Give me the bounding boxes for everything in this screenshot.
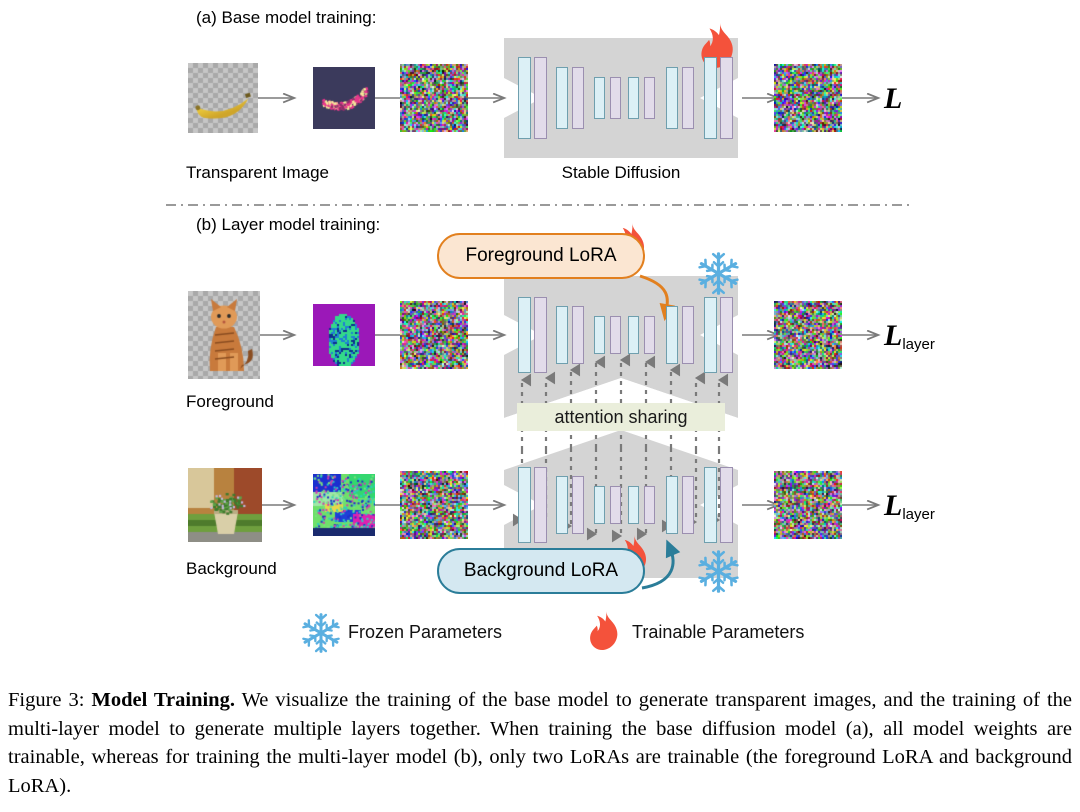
- legend-frozen: Frozen Parameters: [348, 622, 502, 643]
- background-lora-label: Background LoRA: [463, 560, 619, 581]
- unet-block: [518, 467, 531, 543]
- foreground-lora-label: Foreground LoRA: [465, 245, 617, 266]
- thumb-cat-latent: [313, 304, 375, 366]
- unet-block: [628, 315, 639, 355]
- thumb-transparent-cat: [188, 291, 260, 379]
- loss-L-glyph-bg: L: [884, 489, 903, 522]
- background-lora-badge[interactable]: Background LoRA: [437, 548, 645, 594]
- snowflake-icon-fg: [697, 252, 740, 295]
- loss-subscript-bg: layer: [902, 506, 935, 523]
- legend-trainable: Trainable Parameters: [632, 622, 804, 643]
- unet-block: [572, 476, 584, 534]
- thumb-plant-latent: [313, 474, 375, 536]
- unet-block: [610, 485, 621, 525]
- thumb-banana-output-noise: [774, 64, 842, 132]
- unet-block: [572, 306, 584, 364]
- foreground-lora-badge[interactable]: Foreground LoRA: [437, 233, 645, 279]
- loss-symbol-a: L: [884, 82, 902, 116]
- thumb-plant-photo: [188, 468, 262, 542]
- unet-block: [534, 57, 547, 139]
- figure-caption: Figure 3: Model Training. We visualize t…: [8, 686, 1072, 800]
- legend-trainable-label: Trainable Parameters: [632, 622, 805, 642]
- thumb-banana-noise: [400, 64, 468, 132]
- unet-block: [556, 476, 568, 534]
- unet-block: [666, 67, 678, 129]
- unet-block: [628, 485, 639, 525]
- panel-a-unet-label: Stable Diffusion: [561, 163, 681, 182]
- panel-b-fg-label: Foreground: [186, 392, 274, 411]
- unet-block: [572, 67, 584, 129]
- panel-b-heading: (b) Layer model training:: [196, 215, 381, 234]
- unet-block: [682, 476, 694, 534]
- unet-block: [720, 297, 733, 373]
- snowflake-icon-legend: [301, 613, 341, 653]
- unet-block: [556, 306, 568, 364]
- unet-block: [594, 315, 605, 355]
- unet-block: [720, 467, 733, 543]
- unet-block: [704, 467, 717, 543]
- unet-block: [610, 77, 621, 119]
- unet-block: [534, 467, 547, 543]
- unet-block: [594, 77, 605, 119]
- loss-symbol-bg: Llayer: [884, 489, 935, 523]
- loss-L-glyph-fg: L: [884, 319, 903, 352]
- unet-block: [556, 67, 568, 129]
- loss-L-glyph: L: [884, 82, 903, 115]
- thumb-cat-noise: [400, 301, 468, 369]
- unet-block: [534, 297, 547, 373]
- unet-block: [644, 77, 655, 119]
- thumb-cat-output-noise: [774, 301, 842, 369]
- loss-symbol-fg: Llayer: [884, 319, 935, 353]
- legend-frozen-label: Frozen Parameters: [348, 622, 503, 642]
- figure-number: Figure 3:: [8, 689, 85, 711]
- unet-block: [682, 306, 694, 364]
- panel-a-heading: (a) Base model training:: [196, 8, 377, 27]
- unet-block: [682, 67, 694, 129]
- unet-block: [644, 315, 655, 355]
- unet-block: [594, 485, 605, 525]
- panel-b-bg-label: Background: [186, 559, 277, 578]
- flame-icon-legend: [590, 610, 618, 651]
- thumb-transparent-banana: [188, 63, 258, 133]
- thumb-plant-output-noise: [774, 471, 842, 539]
- unet-block: [704, 57, 717, 139]
- panel-a-input-label: Transparent Image: [186, 163, 329, 182]
- thumb-plant-noise: [400, 471, 468, 539]
- loss-subscript-fg: layer: [902, 336, 935, 353]
- figure-bold-title: Model Training.: [91, 689, 235, 711]
- unet-block: [644, 485, 655, 525]
- unet-block: [610, 315, 621, 355]
- unet-block: [518, 297, 531, 373]
- figure-root: (a) Base model training: Transparent Ima…: [0, 0, 1080, 812]
- attention-sharing-band: attention sharing: [517, 403, 725, 431]
- unet-block: [518, 57, 531, 139]
- unet-block: [628, 77, 639, 119]
- unet-block: [704, 297, 717, 373]
- unet-block: [666, 306, 678, 364]
- unet-block: [720, 57, 733, 139]
- unet-block: [666, 476, 678, 534]
- attention-sharing-label: attention sharing: [554, 406, 688, 427]
- thumb-banana-latent: [313, 67, 375, 129]
